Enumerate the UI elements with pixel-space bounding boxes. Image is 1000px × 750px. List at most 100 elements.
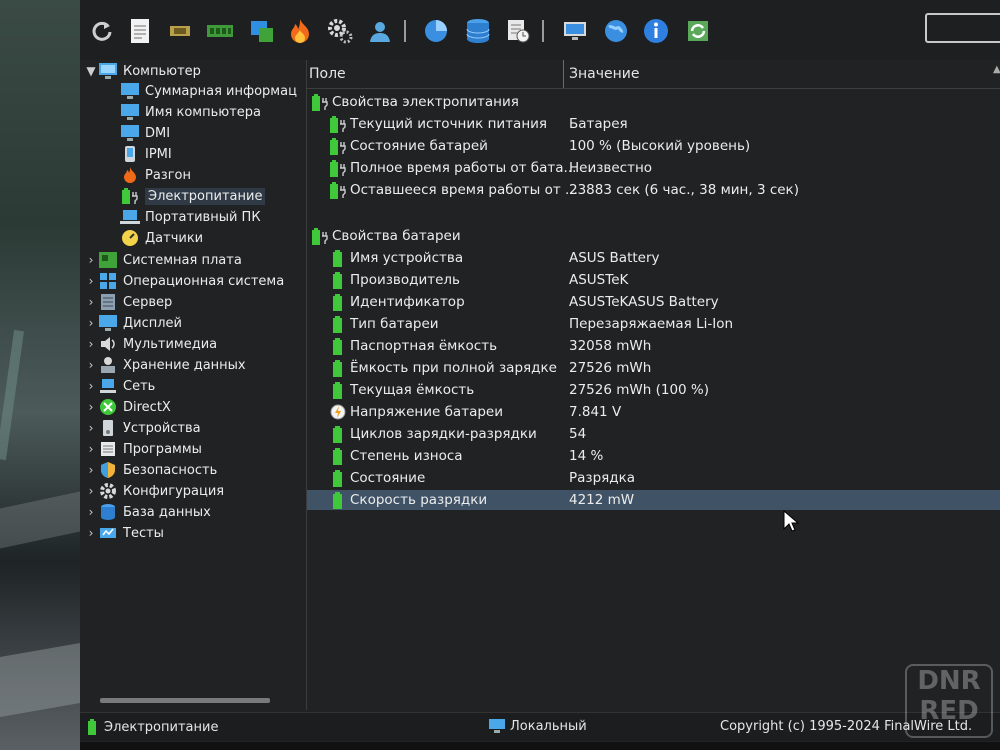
tree-node-multimedia[interactable]: › Мультимедиа (84, 334, 218, 354)
overclock-flame-icon[interactable] (286, 17, 314, 45)
shield-icon (98, 461, 118, 479)
info-icon[interactable] (642, 17, 670, 45)
tree-node-network[interactable]: › Сеть (84, 376, 156, 396)
table-row[interactable]: Текущая ёмкость 27526 mWh (100 %) (307, 380, 1000, 400)
chevron-right-icon[interactable]: › (84, 484, 98, 498)
table-row[interactable]: Ёмкость при полной зарядке 27526 mWh (307, 358, 1000, 378)
report-icon[interactable] (126, 17, 154, 45)
table-row[interactable]: Производитель ASUSTeK (307, 270, 1000, 290)
table-row[interactable]: Состояние Разрядка (307, 468, 1000, 488)
table-row-selected[interactable]: Скорость разрядки 4212 mW (307, 490, 1000, 510)
tree-node-programs[interactable]: › Программы (84, 439, 202, 459)
voltage-icon (330, 404, 346, 420)
settings-gears-icon[interactable] (326, 17, 354, 45)
refresh-icon[interactable] (88, 17, 116, 45)
chevron-right-icon[interactable]: › (84, 358, 98, 372)
tree-label: Системная плата (123, 252, 242, 268)
status-mode: Локальный (510, 718, 587, 734)
tree-label: Разгон (145, 167, 192, 183)
network-monitor-icon[interactable] (562, 17, 590, 45)
scroll-up-icon[interactable]: ▲ (993, 64, 1000, 80)
row-value: 4212 mW (569, 492, 635, 508)
row-field: Производитель (350, 272, 461, 288)
tree-node-dmi[interactable]: DMI (120, 123, 170, 143)
search-box[interactable] (925, 13, 1000, 43)
row-value: Батарея (569, 116, 628, 132)
battery-icon (333, 338, 342, 355)
column-divider[interactable] (563, 60, 564, 88)
chevron-right-icon[interactable]: › (84, 253, 98, 267)
chevron-down-icon[interactable]: ▼ (84, 64, 98, 78)
database-icon[interactable] (464, 17, 492, 45)
group-header-battery[interactable]: Свойства батареи (307, 226, 1000, 246)
tree-node-computer[interactable]: ▼ Компьютер (84, 61, 201, 81)
server-icon (98, 293, 118, 311)
tree-horizontal-scrollbar[interactable] (100, 698, 270, 703)
tree-node-config[interactable]: › Конфигурация (84, 481, 224, 501)
tree-label: Портативный ПК (145, 209, 261, 225)
online-update-icon[interactable] (684, 17, 712, 45)
tree-node-computer-name[interactable]: Имя компьютера (120, 102, 261, 122)
column-header-field[interactable]: Поле (309, 66, 346, 82)
table-row[interactable]: Идентификатор ASUSTeKASUS Battery (307, 292, 1000, 312)
tree-node-laptop[interactable]: Портативный ПК (120, 207, 261, 227)
chevron-right-icon[interactable]: › (84, 400, 98, 414)
row-field: Имя устройства (350, 250, 464, 266)
chevron-right-icon[interactable]: › (84, 337, 98, 351)
user-icon[interactable] (366, 17, 394, 45)
monitor-icon (120, 124, 140, 142)
tree-node-ipmi[interactable]: IPMI (120, 144, 172, 164)
table-row[interactable]: Состояние батарей 100 % (Высокий уровень… (307, 136, 1000, 156)
motherboard-icon[interactable] (248, 17, 276, 45)
group-header-power[interactable]: Свойства электропитания (307, 92, 1000, 112)
tree-node-server[interactable]: › Сервер (84, 292, 172, 312)
cpu-icon[interactable] (166, 17, 194, 45)
chevron-right-icon[interactable]: › (84, 463, 98, 477)
table-row[interactable]: Циклов зарядки-разрядки 54 (307, 424, 1000, 444)
table-row[interactable]: Тип батареи Перезаряжаемая Li-Ion (307, 314, 1000, 334)
tree-node-tests[interactable]: › Тесты (84, 523, 164, 543)
group-title: Свойства батареи (332, 228, 461, 244)
row-value: 100 % (Высокий уровень) (569, 138, 751, 154)
row-field: Паспортная ёмкость (350, 338, 498, 354)
row-value: 23883 сек (6 час., 38 мин, 3 сек) (569, 182, 799, 198)
tree-label: Имя компьютера (145, 104, 261, 120)
tree-node-devices[interactable]: › Устройства (84, 418, 201, 438)
table-row[interactable]: Степень износа 14 % (307, 446, 1000, 466)
table-row[interactable]: Текущий источник питания Батарея (307, 114, 1000, 134)
tree-node-overclock[interactable]: Разгон (120, 165, 191, 185)
tree-label: Дисплей (123, 315, 183, 331)
schedule-icon[interactable] (504, 17, 532, 45)
table-row[interactable]: Имя устройства ASUS Battery (307, 248, 1000, 268)
tree-node-storage[interactable]: › Хранение данных (84, 355, 246, 375)
tree-node-motherboard[interactable]: › Системная плата (84, 250, 242, 270)
tree-node-os[interactable]: › Операционная система (84, 271, 284, 291)
tree-node-display[interactable]: › Дисплей (84, 313, 182, 333)
table-row[interactable]: Полное время работы от бата... Неизвестн… (307, 158, 1000, 178)
chevron-right-icon[interactable]: › (84, 421, 98, 435)
battery-plug-icon (330, 182, 346, 199)
battery-icon (88, 719, 96, 735)
tree-label: Компьютер (123, 63, 201, 79)
tree-node-database[interactable]: › База данных (84, 502, 211, 522)
globe-network-icon[interactable] (602, 17, 630, 45)
chevron-right-icon[interactable]: › (84, 442, 98, 456)
tree-node-summary[interactable]: Суммарная информац (120, 81, 297, 101)
tree-node-power[interactable]: Электропитание (120, 186, 266, 206)
table-row[interactable]: Оставшееся время работы от ... 23883 сек… (307, 180, 1000, 200)
tree-node-directx[interactable]: › DirectX (84, 397, 171, 417)
tree-node-security[interactable]: › Безопасность (84, 460, 217, 480)
chevron-right-icon[interactable]: › (84, 295, 98, 309)
chevron-right-icon[interactable]: › (84, 505, 98, 519)
chevron-right-icon[interactable]: › (84, 274, 98, 288)
chevron-right-icon[interactable]: › (84, 316, 98, 330)
table-row[interactable]: Напряжение батареи 7.841 V (307, 402, 1000, 422)
network-icon (98, 377, 118, 395)
chevron-right-icon[interactable]: › (84, 526, 98, 540)
tree-node-sensors[interactable]: Датчики (120, 228, 203, 248)
disk-pie-icon[interactable] (422, 17, 450, 45)
memory-icon[interactable] (206, 17, 234, 45)
chevron-right-icon[interactable]: › (84, 379, 98, 393)
column-header-value[interactable]: Значение (569, 66, 639, 82)
table-row[interactable]: Паспортная ёмкость 32058 mWh (307, 336, 1000, 356)
